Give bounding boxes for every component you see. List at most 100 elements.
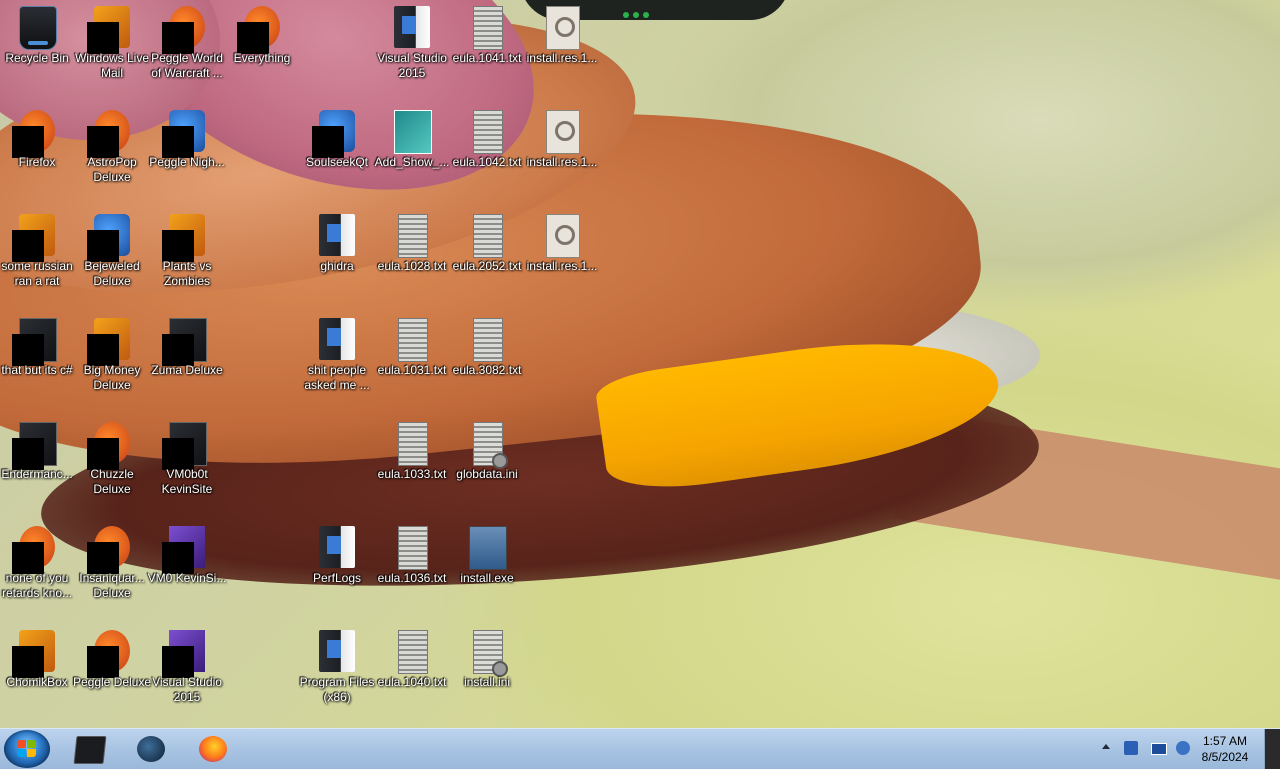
desktop-icon-vm0b0t[interactable]: VM0b0t KevinSite <box>150 416 224 516</box>
desktop-icon-install-res-1[interactable]: install.res.1... <box>525 0 599 100</box>
desktop-icon-eula-3082[interactable]: eula.3082.txt <box>450 312 524 412</box>
resource-file-icon <box>546 214 580 258</box>
desktop-icon-label: Program Files (x86) <box>299 675 375 704</box>
desktop-icon-visual-studio-folder[interactable]: Visual Studio 2015 <box>375 0 449 100</box>
desktop-icon-label: Endermanc... <box>1 467 73 481</box>
redaction-box <box>312 126 344 158</box>
registry-file-icon <box>394 110 432 154</box>
taskbar-command-prompt[interactable] <box>60 731 116 767</box>
desktop-icon-label: ghidra <box>320 259 354 273</box>
desktop-icon-label: Peggle Nigh... <box>149 155 225 169</box>
redaction-box <box>162 646 194 678</box>
desktop-icon-install-res-2[interactable]: install.res.1... <box>525 104 599 204</box>
start-button[interactable] <box>4 730 50 768</box>
desktop-icon-that-but-its-cs[interactable]: that but its c# <box>0 312 74 412</box>
desktop-icon-eula-1042[interactable]: eula.1042.txt <box>450 104 524 204</box>
desktop-icon-label: Add_Show_... <box>374 155 450 169</box>
redaction-box <box>162 230 194 262</box>
taskbar-ghidra[interactable] <box>122 731 178 767</box>
system-tray <box>1096 729 1190 769</box>
redaction-box <box>87 22 119 54</box>
folder-icon <box>319 526 355 568</box>
desktop-icon-label: install.res.1... <box>526 51 598 65</box>
desktop-icon-astropop[interactable]: AstroPop Deluxe <box>75 104 149 204</box>
desktop-icon-some-russian[interactable]: some russian ran a rat <box>0 208 74 308</box>
resource-file-icon <box>546 6 580 50</box>
desktop-icon-label: Firefox <box>18 155 56 169</box>
text-file-icon <box>398 526 428 570</box>
redaction-box <box>87 126 119 158</box>
desktop-icon-label: PerfLogs <box>312 571 362 585</box>
show-hidden-icons-chevron-icon[interactable] <box>1102 744 1110 749</box>
redaction-box <box>87 438 119 470</box>
desktop-icon-eula-1028[interactable]: eula.1028.txt <box>375 208 449 308</box>
desktop-icon-visual-studio-app[interactable]: Visual Studio 2015 <box>150 624 224 724</box>
desktop-icon-zuma[interactable]: Zuma Deluxe <box>150 312 224 412</box>
desktop-icon-bejeweled[interactable]: Bejeweled Deluxe <box>75 208 149 308</box>
desktop-icon-label: eula.1036.txt <box>377 571 447 585</box>
desktop-icon-chomikbox[interactable]: ChomikBox <box>0 624 74 724</box>
desktop-icon-globdata-ini[interactable]: globdata.ini <box>450 416 524 516</box>
desktop-icon-peggle-deluxe[interactable]: Peggle Deluxe <box>73 624 151 724</box>
desktop-icon-eula-1033[interactable]: eula.1033.txt <box>375 416 449 516</box>
windows-start-icon <box>17 740 37 758</box>
desktop-icon-program-files-x86[interactable]: Program Files (x86) <box>300 624 374 724</box>
desktop-icon-recycle-bin[interactable]: Recycle Bin <box>0 0 74 100</box>
desktop-icon-soulseekqt[interactable]: SoulseekQt <box>300 104 374 204</box>
desktop-icon-none-of-you[interactable]: none of you retards kno... <box>0 520 74 620</box>
desktop-icon-label: some russian ran a rat <box>1 259 73 288</box>
desktop-icon-peggle-nights[interactable]: Peggle Nigh... <box>149 104 225 204</box>
folder-icon <box>394 6 430 48</box>
redaction-box <box>237 22 269 54</box>
clock[interactable]: 1:57 AM 8/5/2024 <box>1192 733 1258 765</box>
desktop-icon-eula-1040[interactable]: eula.1040.txt <box>375 624 449 724</box>
desktop-icon-label: eula.3082.txt <box>452 363 522 377</box>
desktop-icon-vm0-kevinsite[interactable]: VM0 KevinSi... <box>148 520 226 620</box>
desktop-icon-endermanc[interactable]: Endermanc... <box>0 416 74 516</box>
redaction-box <box>162 126 194 158</box>
desktop-icon-everything[interactable]: Everything <box>225 0 299 100</box>
desktop-icon-install-res-3[interactable]: install.res.1... <box>525 208 599 308</box>
desktop-icon-label: eula.1028.txt <box>377 259 447 273</box>
desktop-icon-shit-people-asked[interactable]: shit people asked me ... <box>300 312 374 412</box>
desktop-icon-install-exe[interactable]: install.exe <box>450 520 524 620</box>
desktop-icon-label: that but its c# <box>1 363 73 377</box>
volume-icon[interactable] <box>1176 741 1190 755</box>
desktop-icon-label: globdata.ini <box>456 467 518 481</box>
ini-file-icon <box>473 630 508 677</box>
desktop-icon-chuzzle[interactable]: Chuzzle Deluxe <box>75 416 149 516</box>
desktop-icon-add-show[interactable]: Add_Show_... <box>375 104 449 204</box>
desktop-icon-ghidra[interactable]: ghidra <box>300 208 374 308</box>
taskbar-firefox[interactable] <box>184 731 240 767</box>
desktop-icon-label: install.res.1... <box>526 259 598 273</box>
desktop-icon-label: Recycle Bin <box>5 51 69 65</box>
desktop-icon-eula-1041[interactable]: eula.1041.txt <box>450 0 524 100</box>
desktop-icon-label: VM0 KevinSi... <box>147 571 227 585</box>
desktop-icon-label: Everything <box>233 51 291 65</box>
redaction-box <box>12 230 44 262</box>
desktop-icon-peggle-wow[interactable]: Peggle World of Warcraft ... <box>150 0 224 100</box>
desktop-icon-eula-1031[interactable]: eula.1031.txt <box>375 312 449 412</box>
redaction-box <box>87 230 119 262</box>
desktop-icon-label: Big Money Deluxe <box>83 363 141 392</box>
desktop-icon-big-money[interactable]: Big Money Deluxe <box>75 312 149 412</box>
desktop-icon-firefox[interactable]: Firefox <box>0 104 74 204</box>
desktop-icon-label: Chuzzle Deluxe <box>90 467 134 496</box>
show-desktop-button[interactable] <box>1264 729 1280 769</box>
desktop-icon-eula-1036[interactable]: eula.1036.txt <box>375 520 449 620</box>
desktop-icon-plants-vs-zombies[interactable]: Plants vs Zombies <box>150 208 224 308</box>
desktop-icon-perflogs[interactable]: PerfLogs <box>300 520 374 620</box>
text-file-icon <box>473 318 503 362</box>
desktop-icon-label: Peggle Deluxe <box>72 675 152 689</box>
taskbar: 1:57 AM 8/5/2024 <box>0 728 1280 769</box>
desktop-icon-label: eula.1042.txt <box>452 155 522 169</box>
redaction-box <box>87 334 119 366</box>
tray-app-icon[interactable] <box>1124 741 1138 755</box>
desktop-icon-install-ini[interactable]: install.ini <box>450 624 524 724</box>
desktop-icon-label: Peggle World of Warcraft ... <box>151 51 223 80</box>
network-icon[interactable] <box>1151 743 1167 755</box>
desktop-icon-windows-live-mail[interactable]: Windows Live Mail <box>75 0 149 100</box>
redaction-box <box>12 542 44 574</box>
desktop-icon-eula-2052[interactable]: eula.2052.txt <box>450 208 524 308</box>
desktop-icon-insaniquarium[interactable]: Insaniquar... Deluxe <box>75 520 149 620</box>
